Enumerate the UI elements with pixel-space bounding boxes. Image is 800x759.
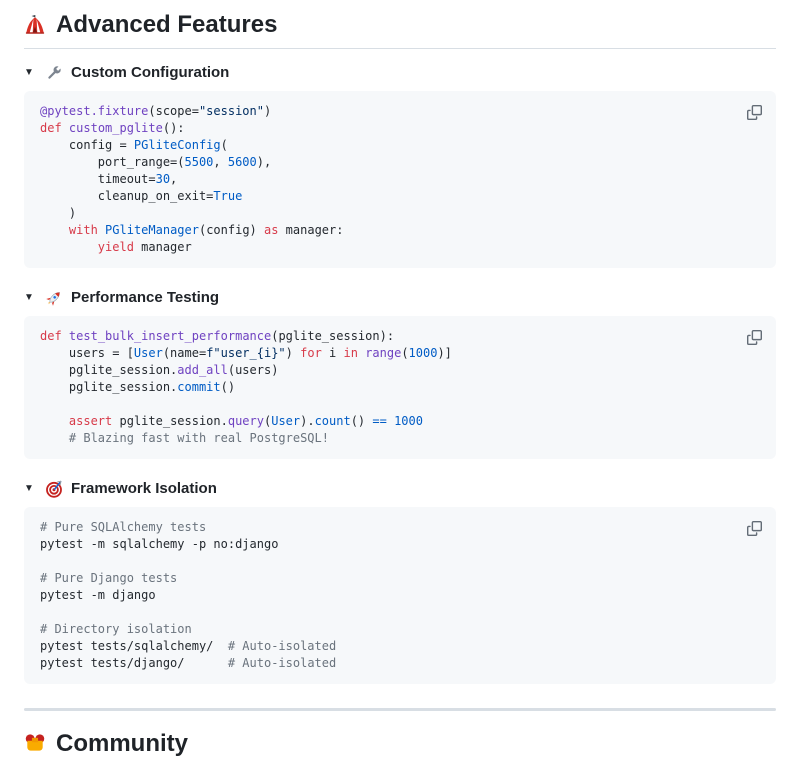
disclosure-triangle-icon: ▼: [24, 68, 37, 78]
wrench-icon: [45, 64, 63, 82]
code-block: @pytest.fixture(scope="session")def cust…: [24, 91, 776, 268]
code-line: # Blazing fast with real PostgreSQL!: [40, 430, 760, 447]
code-line: timeout=30,: [40, 171, 760, 188]
code-line: with PGliteManager(config) as manager:: [40, 222, 760, 239]
code-content: @pytest.fixture(scope="session")def cust…: [40, 103, 760, 256]
copy-button[interactable]: [742, 516, 766, 540]
code-line: assert pglite_session.query(User).count(…: [40, 413, 760, 430]
code-line: pytest -m django: [40, 587, 760, 604]
section-title: Framework Isolation: [71, 479, 217, 498]
code-line: @pytest.fixture(scope="session"): [40, 103, 760, 120]
summary-custom-configuration[interactable]: ▼ Custom Configuration: [24, 63, 776, 82]
code-block: # Pure SQLAlchemy testspytest -m sqlalch…: [24, 507, 776, 684]
section-divider: [24, 708, 776, 711]
code-line: pglite_session.commit(): [40, 379, 760, 396]
handshake-icon: [24, 733, 46, 755]
code-line: pytest tests/sqlalchemy/ # Auto-isolated: [40, 638, 760, 655]
code-line: # Pure SQLAlchemy tests: [40, 519, 760, 536]
code-line: def custom_pglite():: [40, 120, 760, 137]
copy-icon: [747, 521, 762, 536]
code-line: # Pure Django tests: [40, 570, 760, 587]
code-line: pglite_session.add_all(users): [40, 362, 760, 379]
code-line: [40, 553, 760, 570]
code-line: yield manager: [40, 239, 760, 256]
code-line: ): [40, 205, 760, 222]
target-icon: [45, 480, 63, 498]
section-framework-isolation: ▼ Framework Isolation # Pure SQLAlchemy …: [24, 479, 776, 684]
code-line: cleanup_on_exit=True: [40, 188, 760, 205]
copy-button[interactable]: [742, 100, 766, 124]
code-line: config = PGliteConfig(: [40, 137, 760, 154]
disclosure-triangle-icon: ▼: [24, 484, 37, 494]
code-line: [40, 604, 760, 621]
section-title: Performance Testing: [71, 288, 219, 307]
code-line: pytest -m sqlalchemy -p no:django: [40, 536, 760, 553]
code-line: def test_bulk_insert_performance(pglite_…: [40, 328, 760, 345]
section-custom-configuration: ▼ Custom Configuration @pytest.fixture(s…: [24, 63, 776, 268]
code-block: def test_bulk_insert_performance(pglite_…: [24, 316, 776, 459]
code-content: # Pure SQLAlchemy testspytest -m sqlalch…: [40, 519, 760, 672]
code-line: [40, 396, 760, 413]
code-line: # Directory isolation: [40, 621, 760, 638]
summary-framework-isolation[interactable]: ▼ Framework Isolation: [24, 479, 776, 498]
page-title: Advanced Features: [56, 10, 277, 40]
code-line: users = [User(name=f"user_{i}") for i in…: [40, 345, 760, 362]
section-title: Custom Configuration: [71, 63, 229, 82]
code-content: def test_bulk_insert_performance(pglite_…: [40, 328, 760, 447]
circus-tent-icon: [24, 14, 46, 36]
code-line: port_range=(5500, 5600),: [40, 154, 760, 171]
section-performance-testing: ▼ Performance Testing def test_bulk_inse…: [24, 288, 776, 459]
copy-icon: [747, 330, 762, 345]
copy-icon: [747, 105, 762, 120]
copy-button[interactable]: [742, 325, 766, 349]
community-title: Community: [56, 729, 188, 759]
rocket-icon: [45, 289, 63, 307]
page-title-heading: Advanced Features: [24, 10, 776, 49]
code-line: pytest tests/django/ # Auto-isolated: [40, 655, 760, 672]
readme-content: Advanced Features ▼ Custom Configuration…: [0, 0, 800, 759]
disclosure-triangle-icon: ▼: [24, 293, 37, 303]
community-heading: Community: [24, 729, 776, 759]
summary-performance-testing[interactable]: ▼ Performance Testing: [24, 288, 776, 307]
